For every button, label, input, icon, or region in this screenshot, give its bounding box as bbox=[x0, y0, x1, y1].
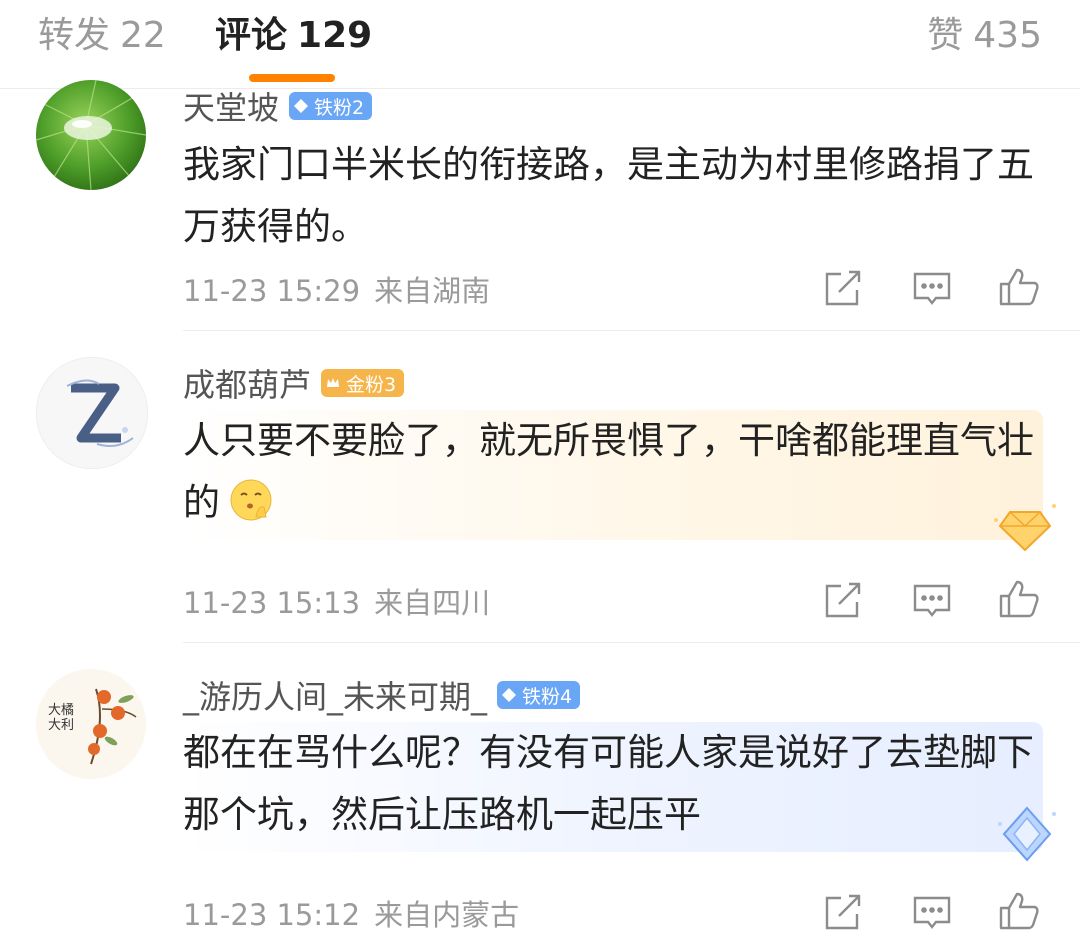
reply-button[interactable] bbox=[910, 578, 954, 622]
like-icon bbox=[999, 580, 1039, 618]
comment-text: 人只要不要脸了，就无所畏惧了，干啥都能理直气壮的 bbox=[183, 410, 1043, 542]
share-icon bbox=[825, 582, 861, 618]
comment-icon bbox=[913, 896, 951, 929]
username[interactable]: 成都葫芦 bbox=[183, 360, 311, 406]
like-button[interactable] bbox=[997, 264, 1041, 308]
tab-comments-label: 评论 bbox=[215, 15, 288, 56]
comment-divider bbox=[183, 642, 1080, 643]
comment-time: 11-23 15:12 bbox=[183, 898, 361, 932]
comment-text-body: 人只要不要脸了，就无所畏惧了，干啥都能理直气壮的 bbox=[183, 419, 1034, 524]
avatar[interactable] bbox=[36, 80, 146, 190]
tab-likes[interactable]: 赞 435 bbox=[927, 14, 1042, 58]
reply-button[interactable] bbox=[910, 266, 954, 310]
tab-likes-label: 赞 bbox=[927, 15, 964, 56]
share-button[interactable] bbox=[821, 890, 865, 934]
like-icon bbox=[999, 892, 1039, 930]
fan-badge[interactable]: 铁粉4 bbox=[497, 681, 581, 709]
comment-icon bbox=[913, 272, 951, 305]
share-icon bbox=[825, 270, 861, 306]
share-button[interactable] bbox=[821, 266, 865, 310]
share-icon bbox=[825, 894, 861, 930]
avatar-calligraphy: 大橘大利 bbox=[48, 703, 75, 733]
leaf-avatar-icon bbox=[36, 80, 146, 190]
fan-badge[interactable]: 金粉3 bbox=[321, 369, 405, 397]
tab-bar: 转发 22 评论 129 赞 435 bbox=[0, 0, 1080, 88]
shush-emoji-icon bbox=[228, 477, 274, 542]
avatar[interactable] bbox=[36, 357, 148, 469]
tab-comments[interactable]: 评论 129 bbox=[215, 14, 372, 58]
like-icon bbox=[999, 268, 1039, 306]
comment-time: 11-23 15:13 bbox=[183, 586, 361, 620]
comment-location: 来自内蒙古 bbox=[374, 898, 520, 932]
diamond-icon bbox=[294, 99, 309, 113]
username[interactable]: _游历人间_未来可期_ bbox=[183, 672, 487, 718]
fan-badge[interactable]: 铁粉2 bbox=[289, 92, 373, 120]
fan-badge-label: 铁粉2 bbox=[314, 96, 365, 119]
comment-text: 都在在骂什么呢？有没有可能人家是说好了去垫脚下那个坑，然后让压路机一起压平 bbox=[183, 731, 1034, 836]
username[interactable]: 天堂坡 bbox=[183, 83, 279, 129]
tab-reposts-label: 转发 bbox=[38, 15, 111, 56]
comment-text: 我家门口半米长的衔接路，是主动为村里修路捐了五万获得的。 bbox=[183, 143, 1034, 248]
active-tab-indicator bbox=[249, 74, 335, 82]
avatar[interactable]: 大橘大利 bbox=[36, 669, 146, 779]
tab-reposts-count: 22 bbox=[120, 15, 166, 56]
reply-button[interactable] bbox=[910, 890, 954, 934]
fan-badge-label: 铁粉4 bbox=[522, 685, 573, 708]
comment-divider bbox=[183, 330, 1080, 331]
crown-icon bbox=[327, 378, 340, 387]
like-button[interactable] bbox=[997, 888, 1041, 932]
letter-z-avatar-icon bbox=[66, 379, 134, 447]
share-button[interactable] bbox=[821, 578, 865, 622]
tab-likes-count: 435 bbox=[973, 15, 1042, 56]
tab-comments-count: 129 bbox=[297, 15, 373, 56]
tab-reposts[interactable]: 转发 22 bbox=[38, 14, 166, 58]
fan-badge-label: 金粉3 bbox=[346, 373, 397, 396]
diamond-icon bbox=[502, 688, 517, 702]
comment-location: 来自湖南 bbox=[374, 274, 491, 308]
header-divider bbox=[0, 88, 1080, 89]
comment-icon bbox=[913, 584, 951, 617]
like-button[interactable] bbox=[997, 576, 1041, 620]
comment-time: 11-23 15:29 bbox=[183, 274, 361, 308]
comment-location: 来自四川 bbox=[374, 586, 491, 620]
